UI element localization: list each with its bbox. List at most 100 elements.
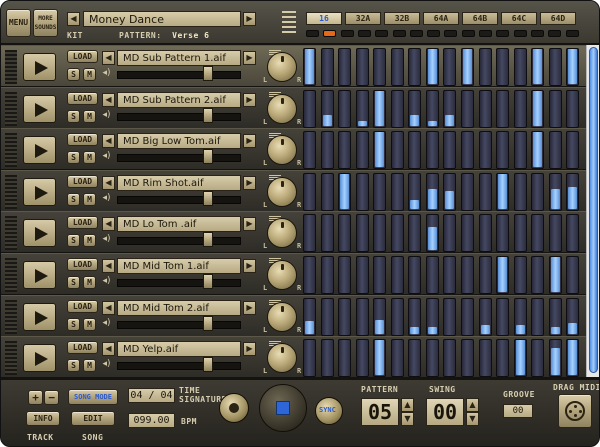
step-cell[interactable]: [320, 131, 334, 170]
step-cell[interactable]: [531, 131, 545, 170]
step-cell[interactable]: [566, 48, 580, 86]
step-cell[interactable]: [548, 297, 562, 336]
step-cell[interactable]: [513, 339, 527, 378]
sample-prev-arrow[interactable]: ◀: [102, 134, 115, 149]
step-cell[interactable]: [303, 256, 316, 294]
load-sample-button[interactable]: LOAD: [67, 258, 98, 271]
step-cell[interactable]: [566, 89, 580, 128]
step-cell[interactable]: [338, 339, 352, 378]
step-cell[interactable]: [425, 48, 439, 86]
step-cell[interactable]: [373, 89, 387, 128]
track-row[interactable]: LOAD S M ◂) ◀ MD Yelp.aif ▶ L R: [1, 336, 599, 379]
step-cell[interactable]: [408, 339, 422, 378]
step-cell[interactable]: [355, 339, 369, 378]
step-cell[interactable]: [338, 297, 352, 336]
step-cell[interactable]: [566, 339, 580, 378]
step-cell[interactable]: [443, 48, 457, 86]
step-cell[interactable]: [478, 256, 492, 294]
step-cell[interactable]: [460, 297, 474, 336]
step-cell[interactable]: [548, 339, 562, 378]
track-row[interactable]: LOAD S M ◂) ◀ MD Mid Tom 2.aif ▶ L R: [1, 294, 599, 337]
step-cell[interactable]: [460, 131, 474, 170]
sample-name-display[interactable]: MD Sub Pattern 2.aif: [117, 91, 241, 108]
step-cell[interactable]: [443, 339, 457, 378]
step-cell[interactable]: [373, 48, 387, 86]
sample-prev-arrow[interactable]: ◀: [102, 300, 115, 315]
sample-name-display[interactable]: MD Yelp.aif: [117, 341, 241, 358]
sample-prev-arrow[interactable]: ◀: [102, 217, 115, 232]
step-cell[interactable]: [548, 256, 562, 294]
step-cell[interactable]: [496, 48, 510, 86]
step-cell[interactable]: [496, 339, 510, 378]
step-cell[interactable]: [566, 131, 580, 170]
mute-button[interactable]: M: [83, 151, 96, 165]
step-cell[interactable]: [408, 214, 422, 253]
record-button[interactable]: [219, 393, 249, 423]
step-cell[interactable]: [338, 172, 352, 211]
step-cell[interactable]: [566, 256, 580, 294]
vertical-scrollbar[interactable]: [586, 45, 599, 377]
track-row[interactable]: LOAD S M ◂) ◀ MD Sub Pattern 1.aif ▶ L R: [1, 45, 599, 87]
step-cell[interactable]: [513, 214, 527, 253]
sample-prev-arrow[interactable]: ◀: [102, 259, 115, 273]
step-cell[interactable]: [303, 297, 316, 336]
pattern-down-arrow[interactable]: ▼: [401, 412, 414, 426]
step-cell[interactable]: [408, 172, 422, 211]
edit-song-button[interactable]: EDIT: [71, 411, 115, 426]
step-cell[interactable]: [303, 89, 316, 128]
track-grip-handle[interactable]: [5, 216, 17, 251]
step-cell[interactable]: [390, 89, 404, 128]
load-sample-button[interactable]: LOAD: [67, 299, 98, 313]
groove-display[interactable]: 00: [503, 404, 533, 418]
step-cell[interactable]: [460, 339, 474, 378]
volume-slider-handle[interactable]: [203, 190, 213, 206]
solo-button[interactable]: S: [67, 317, 80, 331]
pan-knob[interactable]: [267, 135, 297, 166]
step-cell[interactable]: [373, 131, 387, 170]
step-cell[interactable]: [496, 131, 510, 170]
step-cell[interactable]: [390, 214, 404, 253]
tab-64d[interactable]: 64D: [540, 12, 576, 25]
tab-64a[interactable]: 64A: [423, 12, 459, 25]
step-cell[interactable]: [338, 131, 352, 170]
solo-button[interactable]: S: [67, 192, 80, 206]
step-cell[interactable]: [338, 48, 352, 86]
step-cell[interactable]: [425, 297, 439, 336]
step-cell[interactable]: [320, 214, 334, 253]
sample-name-display[interactable]: MD Mid Tom 1.aif: [117, 258, 241, 274]
volume-slider-handle[interactable]: [203, 315, 213, 331]
mute-button[interactable]: M: [83, 276, 96, 289]
volume-slider-track[interactable]: [117, 195, 241, 204]
step-cell[interactable]: [478, 214, 492, 253]
volume-slider-handle[interactable]: [203, 149, 213, 165]
step-cell[interactable]: [566, 214, 580, 253]
tab-16[interactable]: 16: [306, 12, 342, 25]
swing-up-arrow[interactable]: ▲: [466, 398, 479, 412]
track-grip-handle[interactable]: [5, 50, 17, 84]
volume-slider-track[interactable]: [117, 279, 241, 287]
stop-button[interactable]: [259, 384, 307, 432]
remove-track-button[interactable]: −: [44, 390, 59, 405]
track-row[interactable]: LOAD S M ◂) ◀ MD Rim Shot.aif ▶ L R: [1, 169, 599, 212]
tab-64c[interactable]: 64C: [501, 12, 537, 25]
track-row[interactable]: LOAD S M ◂) ◀ MD Sub Pattern 2.aif ▶ L R: [1, 86, 599, 129]
track-play-button[interactable]: [23, 302, 56, 331]
volume-slider-handle[interactable]: [203, 232, 213, 248]
step-cell[interactable]: [320, 297, 334, 336]
step-cell[interactable]: [320, 48, 334, 86]
volume-slider-track[interactable]: [117, 71, 241, 79]
sample-next-arrow[interactable]: ▶: [243, 92, 256, 107]
more-sounds-button[interactable]: MORE SOUNDS: [33, 9, 58, 37]
tab-64b[interactable]: 64B: [462, 12, 498, 25]
track-grip-handle[interactable]: [5, 341, 17, 376]
step-cell[interactable]: [531, 89, 545, 128]
step-cell[interactable]: [531, 297, 545, 336]
step-cell[interactable]: [460, 89, 474, 128]
step-cell[interactable]: [513, 297, 527, 336]
sample-prev-arrow[interactable]: ◀: [102, 51, 115, 65]
step-cell[interactable]: [373, 172, 387, 211]
step-cell[interactable]: [390, 131, 404, 170]
step-cell[interactable]: [338, 256, 352, 294]
step-cell[interactable]: [496, 89, 510, 128]
step-cell[interactable]: [355, 297, 369, 336]
